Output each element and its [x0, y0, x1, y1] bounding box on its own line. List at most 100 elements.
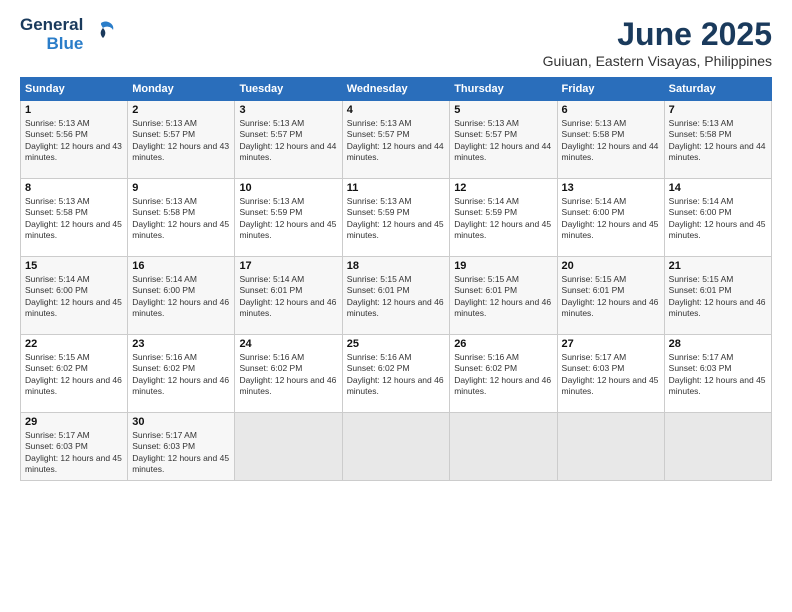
day-info: Sunrise: 5:13 AM Sunset: 5:59 PM Dayligh… [239, 196, 337, 242]
day-info: Sunrise: 5:13 AM Sunset: 5:56 PM Dayligh… [25, 118, 123, 164]
calendar-day-cell [235, 413, 342, 481]
page: General Blue June 2025 Guiuan, Eastern V… [0, 0, 792, 612]
calendar-day-cell: 17 Sunrise: 5:14 AM Sunset: 6:01 PM Dayl… [235, 257, 342, 335]
calendar-day-cell: 14 Sunrise: 5:14 AM Sunset: 6:00 PM Dayl… [664, 179, 771, 257]
sunset-label: Sunset: 6:02 PM [132, 363, 195, 373]
sunset-label: Sunset: 6:01 PM [562, 285, 625, 295]
daylight-label: Daylight: 12 hours and 45 minutes. [25, 453, 122, 474]
daylight-label: Daylight: 12 hours and 45 minutes. [347, 219, 444, 240]
daylight-label: Daylight: 12 hours and 46 minutes. [454, 375, 551, 396]
day-number: 30 [132, 416, 230, 428]
sunrise-label: Sunrise: 5:14 AM [132, 274, 197, 284]
calendar-week-row: 29 Sunrise: 5:17 AM Sunset: 6:03 PM Dayl… [21, 413, 772, 481]
calendar-week-row: 8 Sunrise: 5:13 AM Sunset: 5:58 PM Dayli… [21, 179, 772, 257]
day-number: 16 [132, 260, 230, 272]
location-subtitle: Guiuan, Eastern Visayas, Philippines [543, 53, 772, 69]
sunrise-label: Sunrise: 5:15 AM [562, 274, 627, 284]
day-number: 22 [25, 338, 123, 350]
day-info: Sunrise: 5:13 AM Sunset: 5:58 PM Dayligh… [562, 118, 660, 164]
weekday-header-row: SundayMondayTuesdayWednesdayThursdayFrid… [21, 78, 772, 101]
daylight-label: Daylight: 12 hours and 45 minutes. [132, 219, 229, 240]
sunrise-label: Sunrise: 5:14 AM [454, 196, 519, 206]
sunset-label: Sunset: 6:01 PM [347, 285, 410, 295]
day-number: 2 [132, 104, 230, 116]
day-info: Sunrise: 5:15 AM Sunset: 6:02 PM Dayligh… [25, 352, 123, 398]
daylight-label: Daylight: 12 hours and 45 minutes. [669, 219, 766, 240]
calendar-day-cell: 4 Sunrise: 5:13 AM Sunset: 5:57 PM Dayli… [342, 101, 449, 179]
sunset-label: Sunset: 5:58 PM [669, 129, 732, 139]
daylight-label: Daylight: 12 hours and 46 minutes. [239, 375, 336, 396]
day-number: 20 [562, 260, 660, 272]
calendar-day-cell: 7 Sunrise: 5:13 AM Sunset: 5:58 PM Dayli… [664, 101, 771, 179]
daylight-label: Daylight: 12 hours and 43 minutes. [25, 141, 122, 162]
calendar-day-cell [342, 413, 449, 481]
day-info: Sunrise: 5:13 AM Sunset: 5:58 PM Dayligh… [132, 196, 230, 242]
calendar-day-cell: 24 Sunrise: 5:16 AM Sunset: 6:02 PM Dayl… [235, 335, 342, 413]
daylight-label: Daylight: 12 hours and 44 minutes. [347, 141, 444, 162]
calendar-week-row: 22 Sunrise: 5:15 AM Sunset: 6:02 PM Dayl… [21, 335, 772, 413]
daylight-label: Daylight: 12 hours and 46 minutes. [562, 297, 659, 318]
day-number: 23 [132, 338, 230, 350]
sunset-label: Sunset: 5:57 PM [132, 129, 195, 139]
day-info: Sunrise: 5:13 AM Sunset: 5:57 PM Dayligh… [454, 118, 552, 164]
day-info: Sunrise: 5:17 AM Sunset: 6:03 PM Dayligh… [562, 352, 660, 398]
weekday-header: Wednesday [342, 78, 449, 101]
sunrise-label: Sunrise: 5:15 AM [347, 274, 412, 284]
sunrise-label: Sunrise: 5:13 AM [132, 196, 197, 206]
calendar-day-cell: 30 Sunrise: 5:17 AM Sunset: 6:03 PM Dayl… [128, 413, 235, 481]
daylight-label: Daylight: 12 hours and 44 minutes. [239, 141, 336, 162]
sunset-label: Sunset: 6:03 PM [562, 363, 625, 373]
sunset-label: Sunset: 6:00 PM [562, 207, 625, 217]
calendar-day-cell: 21 Sunrise: 5:15 AM Sunset: 6:01 PM Dayl… [664, 257, 771, 335]
daylight-label: Daylight: 12 hours and 44 minutes. [454, 141, 551, 162]
sunrise-label: Sunrise: 5:17 AM [25, 430, 90, 440]
sunset-label: Sunset: 5:57 PM [347, 129, 410, 139]
daylight-label: Daylight: 12 hours and 45 minutes. [562, 219, 659, 240]
sunset-label: Sunset: 5:57 PM [454, 129, 517, 139]
sunrise-label: Sunrise: 5:17 AM [669, 352, 734, 362]
sunset-label: Sunset: 6:00 PM [132, 285, 195, 295]
sunset-label: Sunset: 6:03 PM [132, 441, 195, 451]
logo-bird-icon [89, 18, 117, 51]
day-number: 11 [347, 182, 445, 194]
daylight-label: Daylight: 12 hours and 46 minutes. [132, 375, 229, 396]
day-number: 14 [669, 182, 767, 194]
day-number: 3 [239, 104, 337, 116]
daylight-label: Daylight: 12 hours and 46 minutes. [25, 375, 122, 396]
daylight-label: Daylight: 12 hours and 45 minutes. [25, 219, 122, 240]
daylight-label: Daylight: 12 hours and 45 minutes. [562, 375, 659, 396]
calendar-day-cell: 22 Sunrise: 5:15 AM Sunset: 6:02 PM Dayl… [21, 335, 128, 413]
sunset-label: Sunset: 6:01 PM [239, 285, 302, 295]
day-number: 8 [25, 182, 123, 194]
sunrise-label: Sunrise: 5:13 AM [132, 118, 197, 128]
logo-blue: Blue [46, 35, 83, 54]
day-info: Sunrise: 5:13 AM Sunset: 5:57 PM Dayligh… [347, 118, 445, 164]
calendar-day-cell: 2 Sunrise: 5:13 AM Sunset: 5:57 PM Dayli… [128, 101, 235, 179]
sunset-label: Sunset: 6:02 PM [25, 363, 88, 373]
calendar-day-cell: 13 Sunrise: 5:14 AM Sunset: 6:00 PM Dayl… [557, 179, 664, 257]
day-info: Sunrise: 5:15 AM Sunset: 6:01 PM Dayligh… [562, 274, 660, 320]
day-info: Sunrise: 5:13 AM Sunset: 5:58 PM Dayligh… [669, 118, 767, 164]
day-info: Sunrise: 5:14 AM Sunset: 6:00 PM Dayligh… [562, 196, 660, 242]
day-info: Sunrise: 5:13 AM Sunset: 5:58 PM Dayligh… [25, 196, 123, 242]
title-block: June 2025 Guiuan, Eastern Visayas, Phili… [543, 16, 772, 69]
sunset-label: Sunset: 6:00 PM [669, 207, 732, 217]
sunset-label: Sunset: 5:56 PM [25, 129, 88, 139]
day-info: Sunrise: 5:14 AM Sunset: 6:00 PM Dayligh… [25, 274, 123, 320]
day-info: Sunrise: 5:17 AM Sunset: 6:03 PM Dayligh… [25, 430, 123, 476]
sunset-label: Sunset: 6:01 PM [669, 285, 732, 295]
logo: General Blue [20, 16, 117, 53]
sunrise-label: Sunrise: 5:16 AM [132, 352, 197, 362]
calendar-day-cell: 23 Sunrise: 5:16 AM Sunset: 6:02 PM Dayl… [128, 335, 235, 413]
day-number: 24 [239, 338, 337, 350]
sunset-label: Sunset: 5:59 PM [347, 207, 410, 217]
daylight-label: Daylight: 12 hours and 46 minutes. [132, 297, 229, 318]
month-title: June 2025 [543, 16, 772, 53]
daylight-label: Daylight: 12 hours and 43 minutes. [132, 141, 229, 162]
calendar-week-row: 15 Sunrise: 5:14 AM Sunset: 6:00 PM Dayl… [21, 257, 772, 335]
day-number: 6 [562, 104, 660, 116]
daylight-label: Daylight: 12 hours and 44 minutes. [562, 141, 659, 162]
daylight-label: Daylight: 12 hours and 45 minutes. [454, 219, 551, 240]
sunrise-label: Sunrise: 5:17 AM [132, 430, 197, 440]
day-info: Sunrise: 5:15 AM Sunset: 6:01 PM Dayligh… [347, 274, 445, 320]
